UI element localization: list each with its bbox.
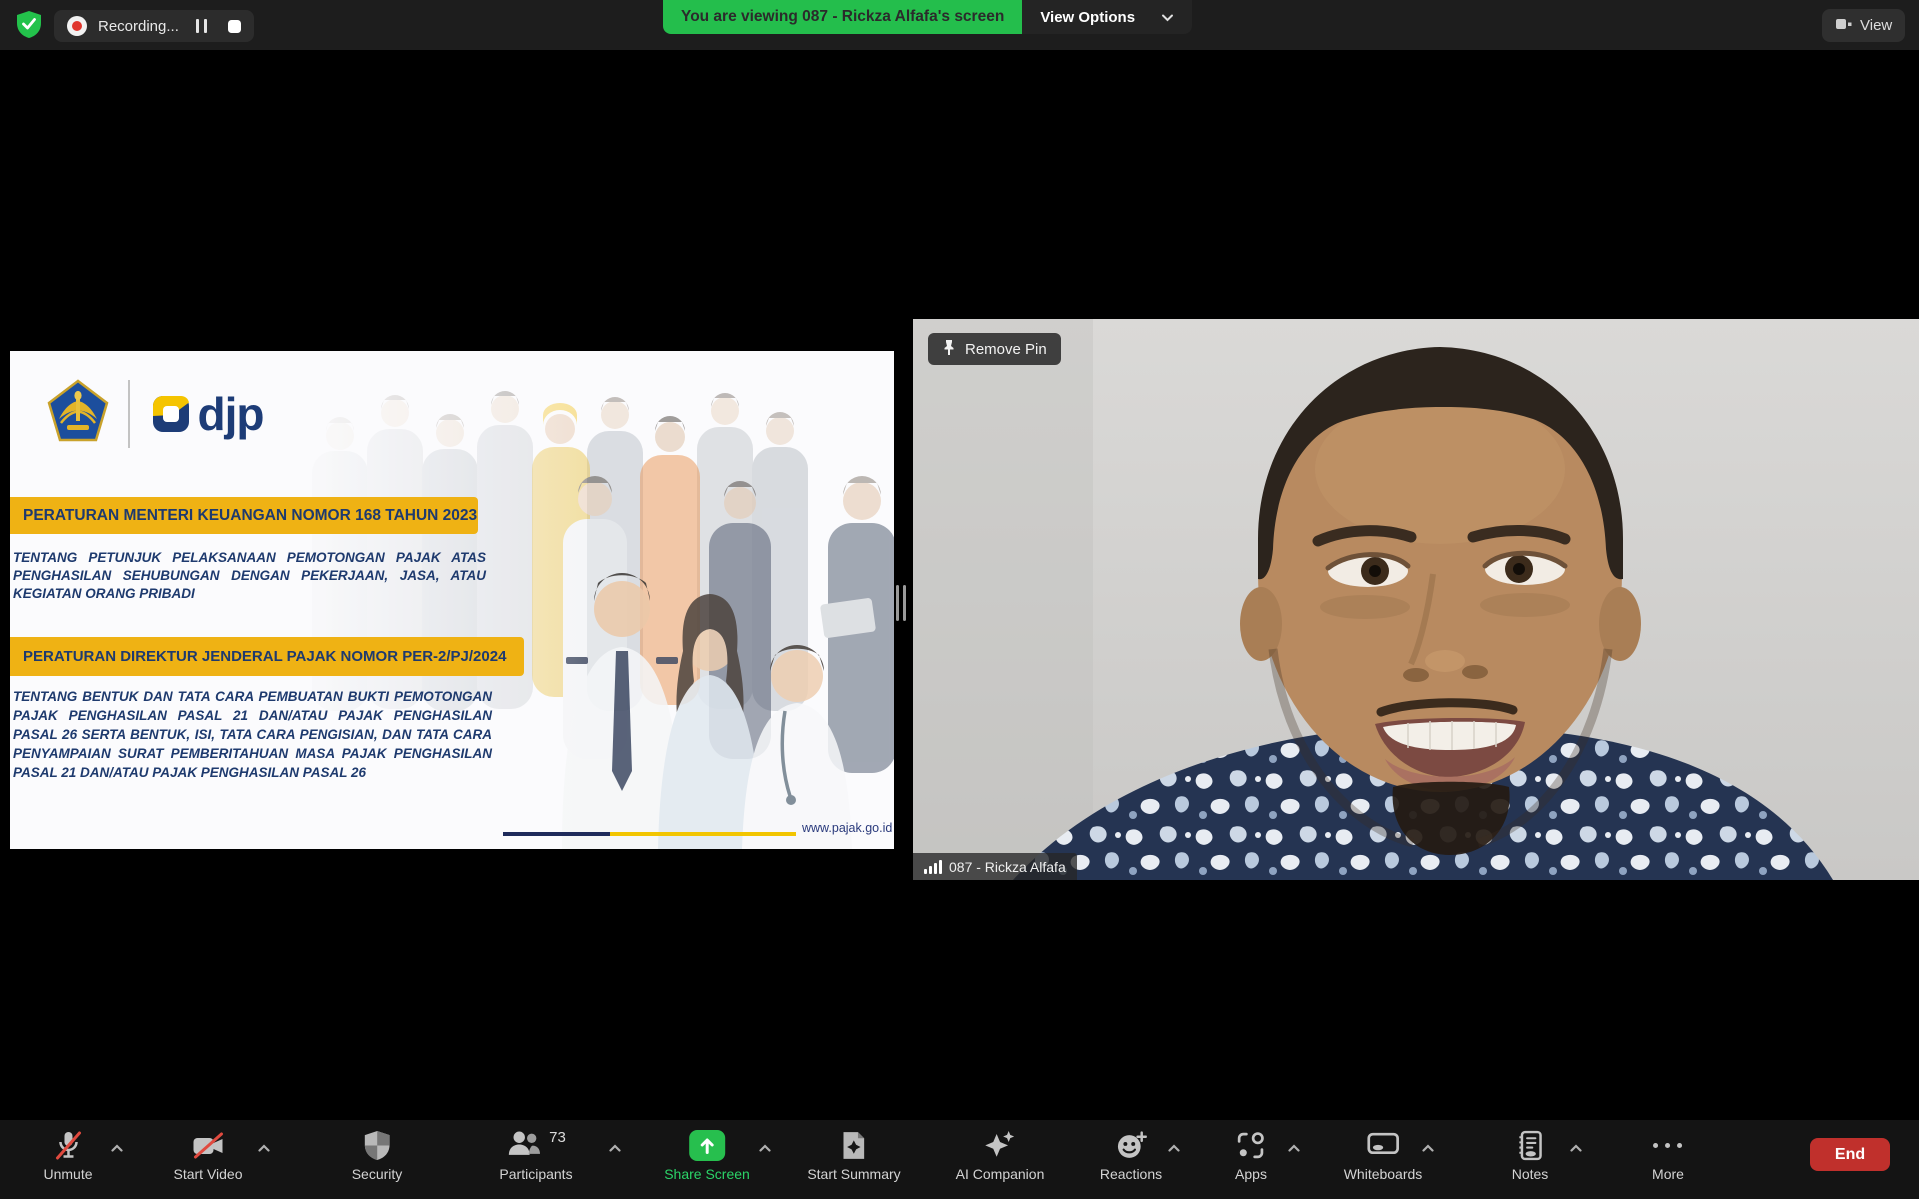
camera-off-icon xyxy=(191,1127,225,1164)
logo-separator xyxy=(128,380,130,448)
unmute-button[interactable]: Unmute xyxy=(43,1127,92,1182)
start-video-label: Start Video xyxy=(173,1166,242,1182)
slide-subtitle-2: TENTANG BENTUK DAN TATA CARA PEMBUATAN B… xyxy=(13,688,492,782)
start-summary-label: Start Summary xyxy=(807,1166,900,1182)
slide-logos: djp xyxy=(47,379,263,448)
participant-video-feed xyxy=(913,319,1919,880)
reactions-button[interactable]: Reactions xyxy=(1100,1127,1162,1182)
zoom-meeting-window: { "meeting": { "recording_label": "Recor… xyxy=(0,0,1919,1199)
notes-icon xyxy=(1516,1127,1543,1164)
share-screen-label: Share Screen xyxy=(664,1166,750,1182)
security-shield-icon xyxy=(363,1127,390,1164)
more-dots-icon xyxy=(1654,1127,1683,1164)
video-options-chevron[interactable] xyxy=(258,1142,271,1154)
participants-icon xyxy=(506,1130,542,1162)
top-bar: Recording... You are viewing 087 - Rickz… xyxy=(0,0,1919,50)
more-label: More xyxy=(1652,1166,1684,1182)
reactions-smiley-icon xyxy=(1115,1127,1146,1164)
signal-strength-icon xyxy=(924,860,942,874)
djp-logo: djp xyxy=(151,391,264,437)
shared-screen-slide: djp PERATURAN MENTERI KEUANGAN NOMOR 168… xyxy=(10,351,894,849)
slide-title-1: PERATURAN MENTERI KEUANGAN NOMOR 168 TAH… xyxy=(10,497,478,534)
participants-options-chevron[interactable] xyxy=(609,1142,622,1154)
share-screen-button[interactable]: Share Screen xyxy=(664,1127,750,1182)
pause-recording-button[interactable] xyxy=(196,19,207,33)
slide-website: www.pajak.go.id xyxy=(802,821,892,835)
pin-icon xyxy=(942,339,956,360)
apps-icon xyxy=(1236,1127,1265,1164)
kemenkeu-logo xyxy=(47,379,109,448)
slide-footer-line-yellow xyxy=(610,832,796,836)
security-encryption-button[interactable] xyxy=(12,9,46,43)
participant-name: 087 - Rickza Alfafa xyxy=(949,859,1066,875)
remove-pin-label: Remove Pin xyxy=(965,341,1047,358)
whiteboards-label: Whiteboards xyxy=(1344,1166,1423,1182)
start-summary-button[interactable]: Start Summary xyxy=(807,1127,900,1182)
djp-logo-text: djp xyxy=(198,391,264,437)
whiteboards-options-chevron[interactable] xyxy=(1422,1142,1435,1154)
stop-recording-button[interactable] xyxy=(228,20,241,33)
record-icon xyxy=(67,16,87,36)
share-screen-icon xyxy=(689,1130,725,1161)
unmute-label: Unmute xyxy=(43,1166,92,1182)
start-video-button[interactable]: Start Video xyxy=(173,1127,242,1182)
summary-document-icon xyxy=(840,1127,867,1164)
reactions-label: Reactions xyxy=(1100,1166,1162,1182)
end-meeting-button[interactable]: End xyxy=(1810,1138,1890,1171)
shield-check-icon xyxy=(16,10,42,43)
notes-label: Notes xyxy=(1512,1166,1549,1182)
participants-count: 73 xyxy=(549,1129,566,1146)
apps-button[interactable]: Apps xyxy=(1235,1127,1267,1182)
whiteboards-button[interactable]: Whiteboards xyxy=(1344,1127,1423,1182)
ai-companion-label: AI Companion xyxy=(956,1166,1045,1182)
security-label: Security xyxy=(352,1166,403,1182)
ai-companion-button[interactable]: AI Companion xyxy=(956,1127,1045,1182)
whiteboard-icon xyxy=(1367,1127,1400,1164)
pinned-video-tile: Remove Pin 087 - Rickza Alfafa xyxy=(913,319,1919,880)
view-layout-icon xyxy=(1835,17,1852,35)
slide-footer-line-navy xyxy=(503,832,610,836)
participants-label: Participants xyxy=(499,1166,572,1182)
viewing-banner: You are viewing 087 - Rickza Alfafa's sc… xyxy=(663,0,1022,34)
audio-options-chevron[interactable] xyxy=(111,1142,124,1154)
slide-subtitle-1: TENTANG PETUNJUK PELAKSANAAN PEMOTONGAN … xyxy=(13,549,486,603)
panel-resize-handle[interactable] xyxy=(896,585,906,621)
participant-name-tag: 087 - Rickza Alfafa xyxy=(913,853,1077,880)
remove-pin-button[interactable]: Remove Pin xyxy=(928,333,1061,365)
microphone-muted-icon xyxy=(54,1127,82,1164)
view-layout-button[interactable]: View xyxy=(1822,9,1905,42)
notes-button[interactable]: Notes xyxy=(1512,1127,1549,1182)
view-options-button[interactable]: View Options xyxy=(1022,0,1192,34)
reactions-options-chevron[interactable] xyxy=(1168,1142,1181,1154)
notes-options-chevron[interactable] xyxy=(1570,1142,1583,1154)
participants-button[interactable]: 73 Participants xyxy=(499,1127,572,1182)
ai-sparkle-icon xyxy=(984,1127,1016,1164)
apps-label: Apps xyxy=(1235,1166,1267,1182)
share-options-chevron[interactable] xyxy=(759,1142,772,1154)
viewing-banner-group: You are viewing 087 - Rickza Alfafa's sc… xyxy=(663,0,1192,34)
recording-label: Recording... xyxy=(98,18,179,35)
meeting-toolbar: Unmute Start Video Security 73 Participa… xyxy=(0,1120,1919,1199)
recording-indicator: Recording... xyxy=(54,10,254,42)
view-options-label: View Options xyxy=(1040,9,1135,26)
more-button[interactable]: More xyxy=(1652,1127,1684,1182)
view-label: View xyxy=(1860,17,1892,34)
chevron-down-icon xyxy=(1161,9,1174,26)
apps-options-chevron[interactable] xyxy=(1288,1142,1301,1154)
security-button[interactable]: Security xyxy=(352,1127,403,1182)
slide-title-2: PERATURAN DIREKTUR JENDERAL PAJAK NOMOR … xyxy=(10,637,524,676)
